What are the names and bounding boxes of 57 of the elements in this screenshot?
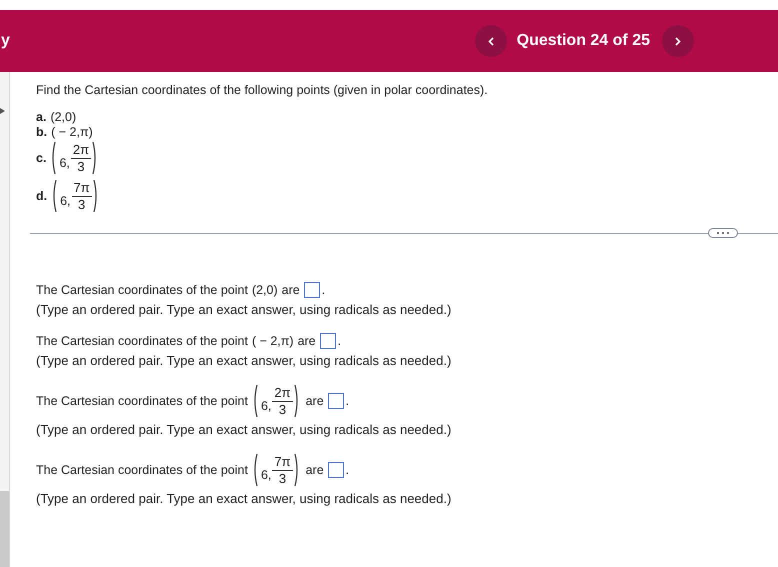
hint-text: (Type an ordered pair. Type an exact answer, using radicals as needed.) xyxy=(36,491,452,506)
coordinate-pair: ( − 2,π) xyxy=(51,124,93,138)
hint-text: (Type an ordered pair. Type an exact answer, using radicals as needed.) xyxy=(36,422,452,437)
left-parenthesis-icon xyxy=(50,141,56,175)
scrollbar[interactable] xyxy=(0,72,10,567)
answer-field[interactable] xyxy=(320,333,336,349)
point-label: a. xyxy=(36,110,46,124)
hint-text: (Type an ordered pair. Type an exact answer, using radicals as needed.) xyxy=(36,302,452,317)
fraction-denominator: 3 xyxy=(278,402,286,416)
collapse-arrow-icon[interactable] xyxy=(0,108,5,114)
period-text: . xyxy=(322,283,326,297)
expand-handle[interactable] xyxy=(708,228,738,238)
answer-field[interactable] xyxy=(328,393,344,409)
right-parenthesis-icon xyxy=(294,453,300,487)
fraction-denominator: 3 xyxy=(278,470,286,486)
fraction-numerator: 7π xyxy=(72,180,92,196)
right-parenthesis-icon xyxy=(294,384,300,418)
coordinate-pair: ( − 2,π) xyxy=(252,334,294,348)
question-text: The Cartesian coordinates of the point xyxy=(36,283,248,297)
chevron-right-icon xyxy=(675,36,681,46)
instructions-text: Find the Cartesian coordinates of the following points (given in polar coordinates). xyxy=(36,83,489,97)
right-parenthesis-icon xyxy=(92,179,99,213)
header-title: y xyxy=(1,32,10,50)
question-text: The Cartesian coordinates of the point xyxy=(36,394,248,408)
left-parenthesis-icon xyxy=(51,179,58,213)
hint-text: (Type an ordered pair. Type an exact answer, using radicals as needed.) xyxy=(36,353,452,368)
question-text: are xyxy=(298,334,316,348)
question-text: The Cartesian coordinates of the point xyxy=(36,334,248,348)
left-parenthesis-icon xyxy=(252,453,258,487)
point-label: b. xyxy=(36,124,48,138)
fraction-denominator: 3 xyxy=(77,158,85,174)
point-label: c. xyxy=(36,151,46,165)
question-text: are xyxy=(282,283,300,297)
answer-field[interactable] xyxy=(328,462,344,478)
question-text: are xyxy=(306,394,324,408)
coordinate-value: 6, xyxy=(260,467,272,482)
question-text: The Cartesian coordinates of the point xyxy=(36,463,248,477)
coordinate-value: 6, xyxy=(59,155,70,170)
coordinate-pair: (2,0) xyxy=(50,110,76,124)
right-parenthesis-icon xyxy=(92,141,98,175)
fraction-numerator: 2π xyxy=(272,386,293,402)
coordinate-value: 6, xyxy=(60,193,71,208)
question-counter: Question 24 of 25 xyxy=(516,32,650,50)
coordinate-pair: (2,0) xyxy=(252,283,278,297)
answer-field[interactable] xyxy=(304,282,320,298)
left-parenthesis-icon xyxy=(252,384,258,418)
scrollbar-thumb[interactable] xyxy=(0,491,9,567)
period-text: . xyxy=(346,463,350,477)
period-text: . xyxy=(346,394,350,408)
chevron-left-icon xyxy=(488,36,494,46)
question-text: are xyxy=(306,463,324,477)
fraction-numerator: 7π xyxy=(272,454,293,470)
coordinate-value: 6, xyxy=(260,398,272,413)
fraction-denominator: 3 xyxy=(78,196,86,212)
fraction-numerator: 2π xyxy=(70,142,92,158)
point-label: d. xyxy=(36,189,48,203)
period-text: . xyxy=(338,334,342,348)
